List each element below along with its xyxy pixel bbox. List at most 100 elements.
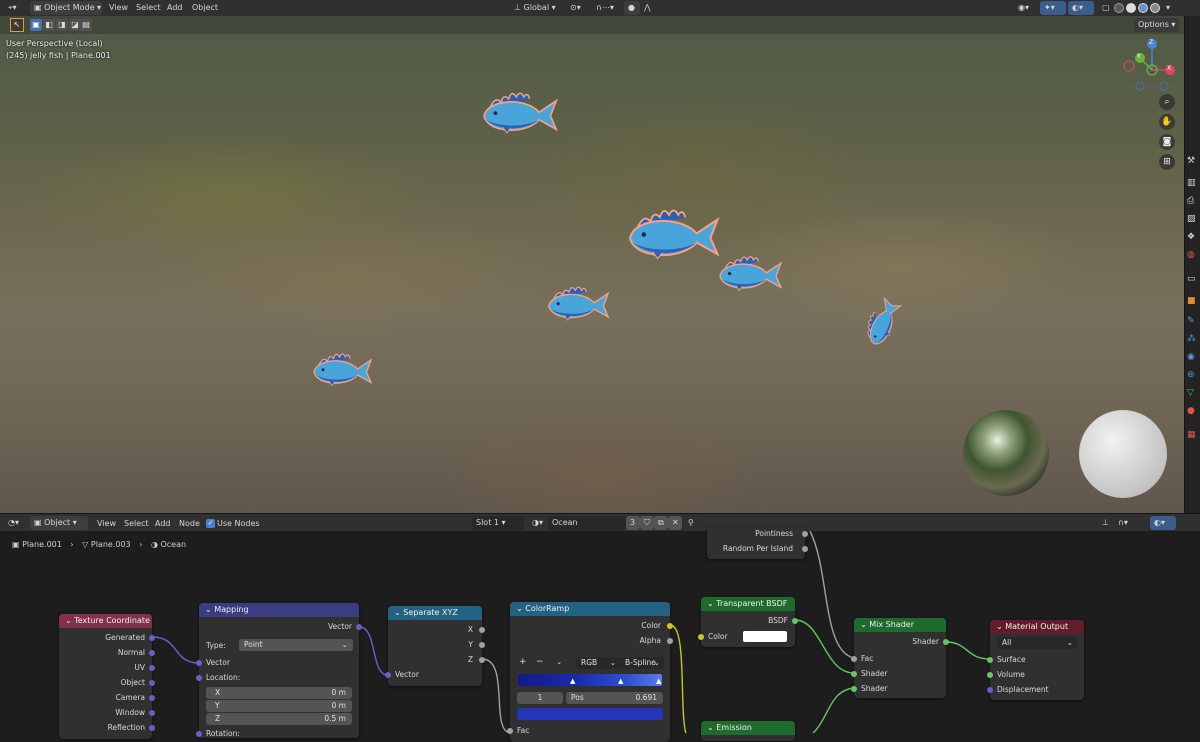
remove-stop-icon[interactable]: − [536, 657, 544, 667]
location-z-field[interactable]: Z 0.5 m [206, 713, 352, 725]
ramp-stop-1[interactable]: ▲ [618, 677, 623, 685]
rendered-shading-icon[interactable] [1150, 3, 1160, 13]
proportional-edit-toggle[interactable]: ● [624, 1, 640, 15]
view-layer-icon[interactable]: ▨ [1187, 214, 1196, 224]
texture-icon[interactable]: ▦ [1187, 430, 1196, 440]
menu-add[interactable]: Add [167, 1, 183, 15]
socket-reflection[interactable] [149, 725, 155, 731]
output-icon[interactable]: ⎙ [1187, 196, 1194, 206]
node-header[interactable]: ⌄ Separate XYZ [388, 606, 482, 620]
constraints-icon[interactable]: ⊚ [1187, 370, 1195, 380]
fake-user-icon[interactable]: ⛉ [640, 516, 654, 530]
select-tool-icon[interactable]: ↖ [10, 18, 24, 32]
socket-generated[interactable] [149, 635, 155, 641]
socket-normal[interactable] [149, 650, 155, 656]
socket-x[interactable] [479, 627, 485, 633]
material-icon[interactable]: ● [1187, 406, 1195, 416]
gizmo-toggle[interactable]: ✦▾ [1040, 1, 1066, 15]
menu-object[interactable]: Object [192, 1, 218, 15]
duplicate-material-icon[interactable]: ⧉ [654, 516, 668, 530]
particles-icon[interactable]: ⁂ [1187, 334, 1196, 344]
user-count-button[interactable]: 3 [626, 516, 640, 530]
shading-options-dropdown[interactable]: ▾ [1162, 1, 1174, 15]
socket-color[interactable] [667, 623, 673, 629]
texture-coordinate-node[interactable]: ⌄ Texture Coordinate Generated Normal UV… [59, 614, 155, 739]
socket-shader-2[interactable] [851, 686, 857, 692]
overlay-toggle[interactable]: ◐▾ [1068, 1, 1094, 15]
node-header[interactable]: ⌄ Material Output [990, 620, 1084, 634]
mode-dropdown[interactable]: ▣ Object Mode ▾ [30, 1, 102, 15]
transform-orientation-dropdown[interactable]: ⊥ Global ▾ [510, 1, 562, 15]
solid-shading-icon[interactable] [1126, 3, 1136, 13]
socket-window[interactable] [149, 710, 155, 716]
mesh-data-icon[interactable]: ▽ [1187, 388, 1194, 398]
scene-icon[interactable]: ❖ [1187, 232, 1195, 242]
color-mode-dropdown[interactable]: RGB ⌄ [576, 657, 620, 669]
socket-vector-in[interactable] [196, 660, 202, 666]
socket-displacement[interactable] [987, 687, 993, 693]
menu-select[interactable]: Select [136, 1, 161, 15]
xray-toggle[interactable]: ▢ [1098, 1, 1112, 15]
material-browse-button[interactable]: ◑▾ [528, 516, 548, 530]
separate-xyz-node[interactable]: ⌄ Separate XYZ X Y Z Vector [385, 606, 485, 686]
socket-shader-1[interactable] [851, 671, 857, 677]
socket-location[interactable] [196, 675, 202, 681]
node-header[interactable]: ⌄ Mix Shader [854, 618, 946, 632]
color-ramp-gradient[interactable]: ▲ ▲ ▲ [518, 674, 662, 686]
ramp-menu-chevron-icon[interactable]: ⌄ [556, 657, 562, 666]
pivot-point-dropdown[interactable]: ⊙▾ [566, 1, 590, 15]
mapping-type-dropdown[interactable]: Point ⌄ [239, 639, 353, 651]
transparent-bsdf-node[interactable]: ⌄ Transparent BSDF BSDF Color [698, 597, 798, 647]
camera-icon[interactable]: ◙ [1159, 134, 1175, 150]
zoom-icon[interactable]: ⌕ [1159, 94, 1175, 110]
snap-node-icon[interactable]: ⊥ [1098, 516, 1112, 530]
socket-fac[interactable] [851, 656, 857, 662]
ramp-stop-2[interactable]: ▲ [656, 677, 661, 685]
material-name-field[interactable]: Ocean [548, 516, 626, 530]
select-box-intersect-icon[interactable]: ▤ [80, 19, 92, 31]
select-box-extend-icon[interactable]: ◧ [43, 19, 55, 31]
render-target-dropdown[interactable]: All ⌄ [997, 637, 1077, 649]
socket-surface[interactable] [987, 657, 993, 663]
socket-shader-out[interactable] [943, 639, 949, 645]
object-icon[interactable]: ■ [1187, 296, 1196, 306]
use-nodes-checkbox[interactable]: ✓ [206, 519, 215, 528]
render-icon[interactable]: ▥ [1187, 178, 1196, 188]
material-preview-icon[interactable] [1138, 3, 1148, 13]
visibility-dropdown[interactable]: ◉▾ [1014, 1, 1038, 15]
3d-viewport[interactable]: Z Y X ⌕ ✋ ◙ ⊞ [0, 16, 1184, 513]
geometry-node-partial[interactable]: Pointiness Random Per Island [707, 527, 808, 559]
editor-type-button[interactable]: ⌖▾ [4, 1, 26, 15]
select-box-new-icon[interactable]: ▣ [30, 19, 42, 31]
emission-node[interactable]: ⌄ Emission [701, 721, 795, 741]
falloff-dropdown[interactable]: ⋀ [640, 1, 656, 15]
node-header[interactable]: ⌄ Transparent BSDF [701, 597, 795, 611]
node-overlay-toggle[interactable]: ◐▾ [1150, 516, 1176, 530]
socket-vector-out[interactable] [356, 624, 362, 630]
color-swatch[interactable] [743, 631, 787, 642]
pin-icon[interactable]: ⚲ [684, 516, 698, 530]
socket-color-in[interactable] [698, 634, 704, 640]
socket-uv[interactable] [149, 665, 155, 671]
slot-dropdown[interactable]: Slot 1 ▾ [472, 516, 524, 530]
tool-icon[interactable]: ⚒ [1187, 156, 1195, 166]
snap-toggle[interactable]: ∩⋯▾ [592, 1, 622, 15]
node-header[interactable]: ⌄ Texture Coordinate [59, 614, 152, 628]
physics-icon[interactable]: ◉ [1187, 352, 1195, 362]
socket-bsdf[interactable] [792, 618, 798, 624]
location-y-field[interactable]: Y 0 m [206, 700, 352, 712]
node-menu-add[interactable]: Add [155, 517, 171, 531]
interpolation-dropdown[interactable]: B-Spline ⌄ [620, 657, 664, 669]
node-header[interactable]: ⌄ Mapping [199, 603, 359, 617]
node-canvas[interactable]: ▣ Plane.001 › ▽ Plane.003 › ◑ Ocean Poin… [0, 527, 1200, 742]
socket-volume[interactable] [987, 672, 993, 678]
stop-index-field[interactable]: 1 [517, 692, 563, 704]
stop-position-field[interactable]: Pos 0.691 [566, 692, 663, 704]
location-x-field[interactable]: X 0 m [206, 687, 352, 699]
world-icon[interactable]: ◍ [1187, 250, 1195, 260]
socket-y[interactable] [479, 642, 485, 648]
menu-view[interactable]: View [109, 1, 128, 15]
socket-camera[interactable] [149, 695, 155, 701]
socket-object[interactable] [149, 680, 155, 686]
socket-rotation[interactable] [196, 731, 202, 737]
